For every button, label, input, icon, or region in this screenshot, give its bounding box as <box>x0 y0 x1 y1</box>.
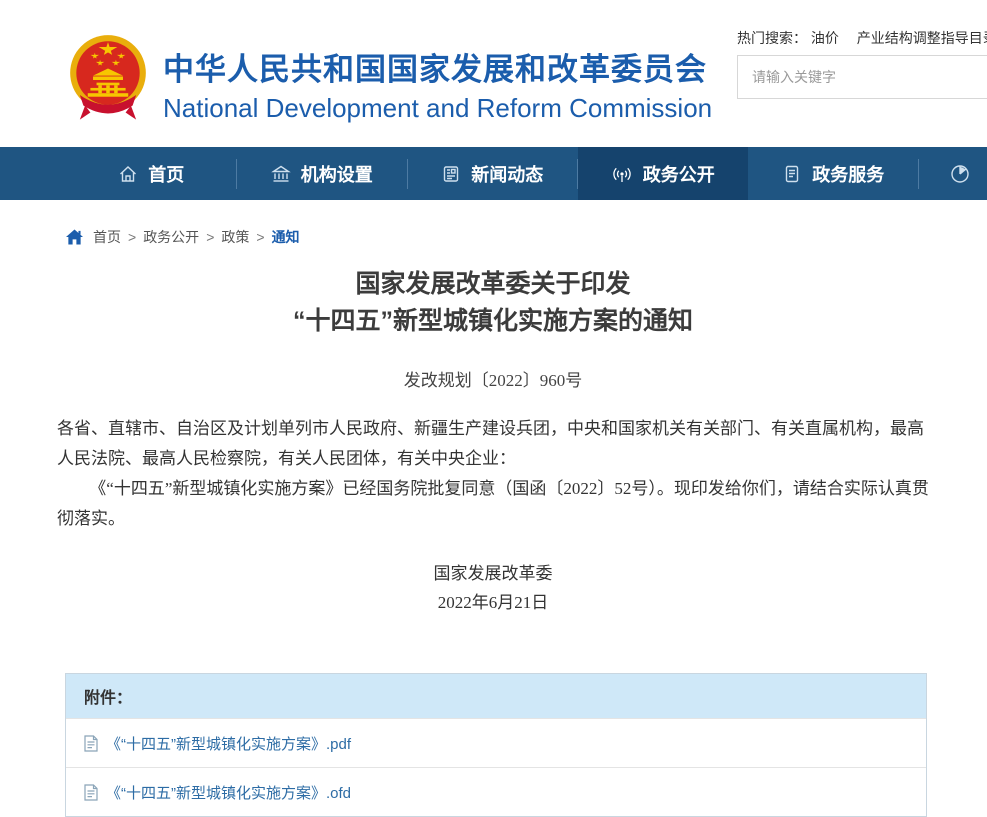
breadcrumb-item-notice: 通知 <box>272 227 300 247</box>
signature-date: 2022年6月21日 <box>57 588 929 617</box>
hot-search-link-oil[interactable]: 油价 <box>811 30 839 46</box>
home-icon <box>118 164 138 184</box>
breadcrumb-item-policy[interactable]: 政策 <box>221 227 249 247</box>
breadcrumb-separator: > <box>256 229 264 245</box>
main-nav: 首页 机构设置 新闻动态 政务公开 <box>0 147 987 200</box>
nav-item-data[interactable] <box>919 147 987 200</box>
breadcrumb-separator: > <box>128 229 136 245</box>
nav-item-label: 政务公开 <box>643 161 715 187</box>
attachments-title: 附件： <box>66 674 926 718</box>
article-title-line1: 国家发展改革委关于印发 <box>355 270 630 298</box>
nav-item-gov-service[interactable]: 政务服务 <box>748 147 919 200</box>
site-title-zh: 中华人民共和国国家发展和改革委员会 <box>163 44 712 89</box>
nav-item-label: 机构设置 <box>301 161 373 187</box>
site-header: 中华人民共和国国家发展和改革委员会 National Development a… <box>0 0 987 147</box>
attachment-link-ofd[interactable]: 《“十四五”新型城镇化实施方案》.ofd <box>106 782 351 803</box>
article: 国家发展改革委关于印发 “十四五”新型城镇化实施方案的通知 发改规划〔2022〕… <box>57 266 929 617</box>
news-icon <box>441 164 461 184</box>
article-title-line2: “十四五”新型城镇化实施方案的通知 <box>293 307 693 335</box>
article-body: 各省、直辖市、自治区及计划单列市人民政府、新疆生产建设兵团，中央和国家机关有关部… <box>57 414 929 534</box>
nav-item-label: 政务服务 <box>812 161 884 187</box>
breadcrumb: 首页 > 政务公开 > 政策 > 通知 <box>0 200 987 249</box>
page: 中华人民共和国国家发展和改革委员会 National Development a… <box>0 0 987 817</box>
breadcrumb-home-icon <box>66 229 83 245</box>
site-title-en: National Development and Reform Commissi… <box>163 93 712 124</box>
article-paragraph: 《“十四五”新型城镇化实施方案》已经国务院批复同意（国函〔2022〕52号）。现… <box>57 474 929 534</box>
pie-chart-icon <box>949 163 971 185</box>
hot-search-label: 热门搜索： <box>737 30 807 46</box>
breadcrumb-item-home[interactable]: 首页 <box>93 227 121 247</box>
document-icon <box>84 735 98 752</box>
file-icon <box>782 164 802 184</box>
broadcast-icon <box>611 164 633 184</box>
hot-search-link-catalog[interactable]: 产业结构调整指导目录 <box>857 30 987 46</box>
nav-item-news[interactable]: 新闻动态 <box>407 147 578 200</box>
breadcrumb-item-gov-info[interactable]: 政务公开 <box>143 227 199 247</box>
nav-item-org[interactable]: 机构设置 <box>237 147 408 200</box>
nav-item-gov-info[interactable]: 政务公开 <box>578 147 749 200</box>
national-emblem-logo <box>64 31 152 129</box>
signature-block: 国家发展改革委 2022年6月21日 <box>57 559 929 617</box>
document-number: 发改规划〔2022〕960号 <box>57 366 929 391</box>
bank-icon <box>271 164 291 184</box>
document-icon <box>84 784 98 801</box>
hot-search-bar: 热门搜索： 油价 产业结构调整指导目录 <box>737 28 987 48</box>
breadcrumb-separator: > <box>206 229 214 245</box>
attachments-panel: 附件： 《“十四五”新型城镇化实施方案》.pdf 《“十四五”新型城镇化实施方案… <box>65 673 927 817</box>
attachment-link-pdf[interactable]: 《“十四五”新型城镇化实施方案》.pdf <box>106 733 351 754</box>
nav-item-label: 首页 <box>148 161 184 187</box>
nav-item-home[interactable]: 首页 <box>66 147 237 200</box>
signature-issuer: 国家发展改革委 <box>57 559 929 588</box>
article-title: 国家发展改革委关于印发 “十四五”新型城镇化实施方案的通知 <box>57 266 929 340</box>
site-brand: 中华人民共和国国家发展和改革委员会 National Development a… <box>163 44 712 124</box>
search-box <box>737 55 987 99</box>
nav-item-label: 新闻动态 <box>471 161 543 187</box>
search-input[interactable] <box>738 56 987 98</box>
attachment-row[interactable]: 《“十四五”新型城镇化实施方案》.ofd <box>66 767 926 816</box>
article-paragraph: 各省、直辖市、自治区及计划单列市人民政府、新疆生产建设兵团，中央和国家机关有关部… <box>57 414 929 474</box>
attachment-row[interactable]: 《“十四五”新型城镇化实施方案》.pdf <box>66 718 926 767</box>
